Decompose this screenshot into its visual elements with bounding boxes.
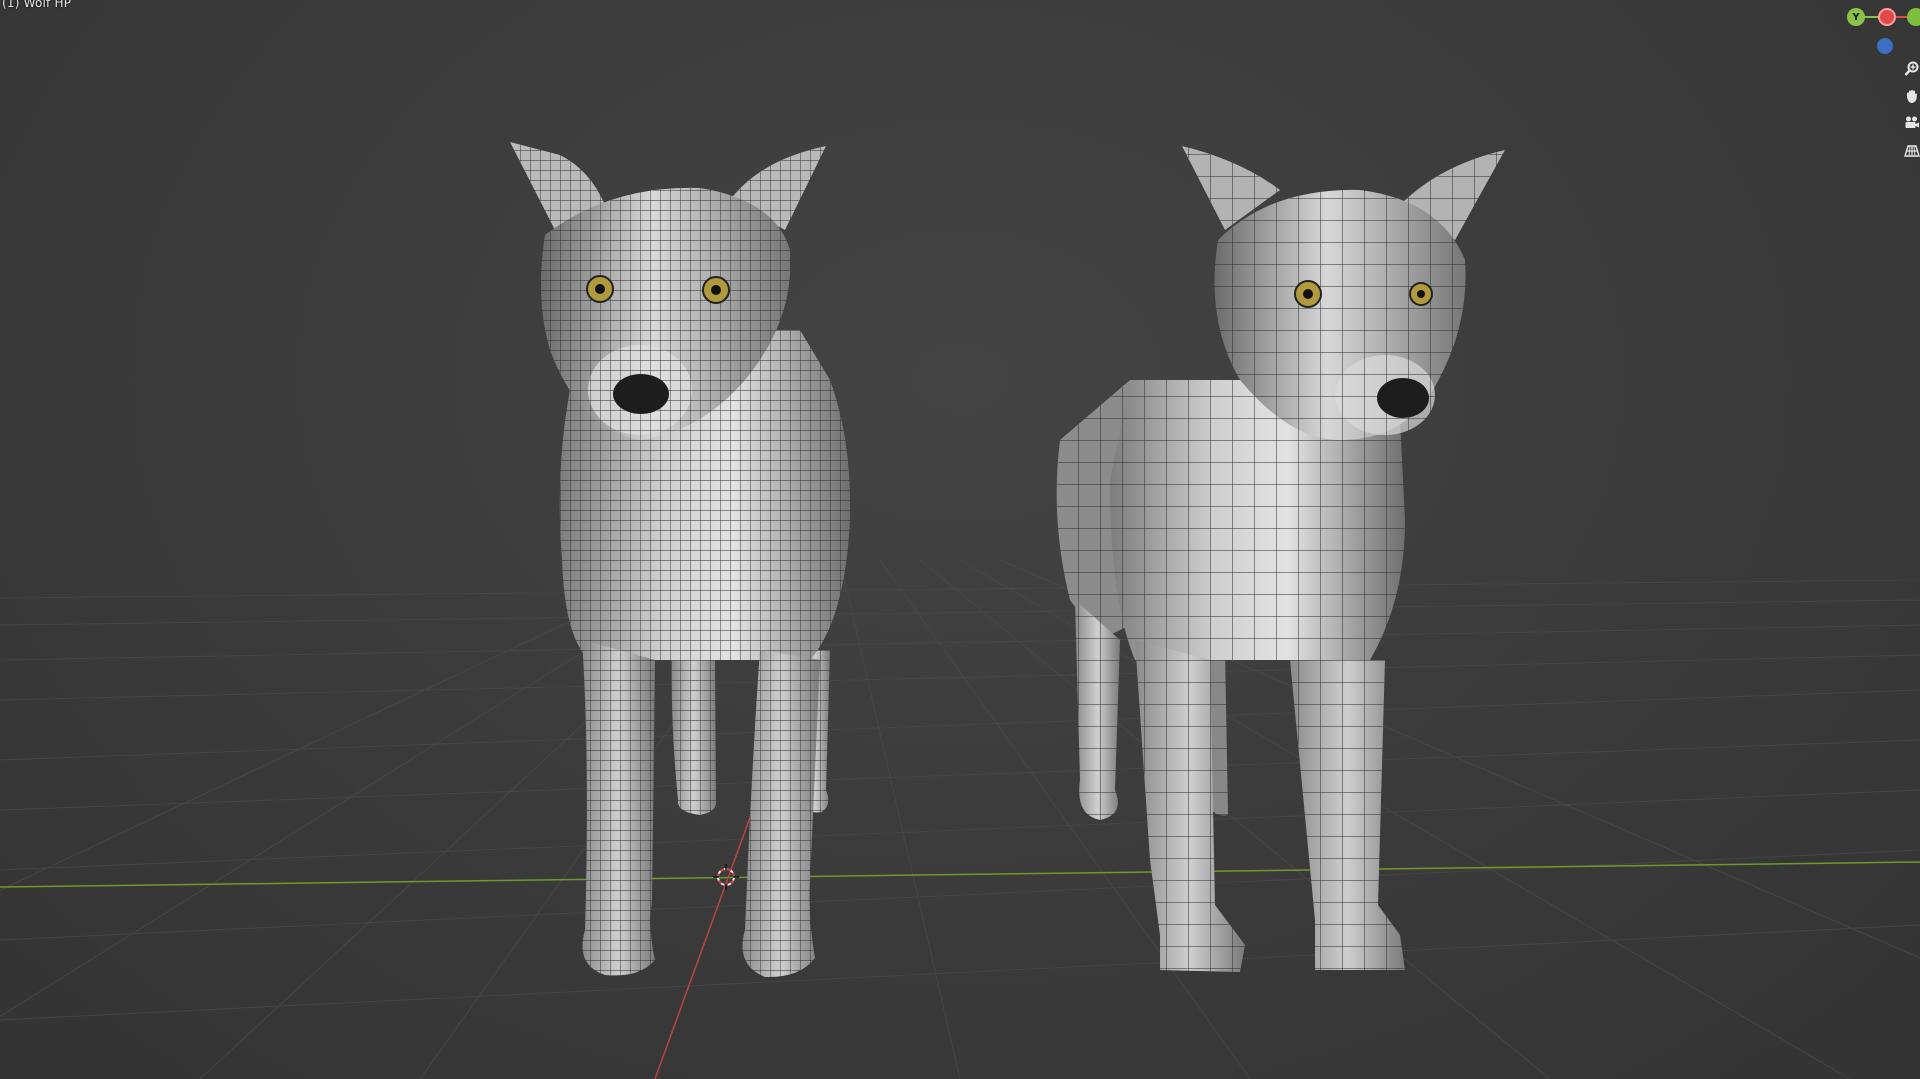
gizmo-z-axis[interactable] <box>1877 38 1893 54</box>
grid-icon[interactable] <box>1898 138 1920 164</box>
wolf-low-poly[interactable] <box>1056 146 1505 972</box>
gizmo-y-axis[interactable]: Y <box>1847 8 1865 26</box>
gizmo-x-line <box>1894 16 1908 18</box>
wolf-high-poly[interactable] <box>510 142 851 978</box>
zoom-icon[interactable] <box>1898 56 1920 82</box>
scene-canvas[interactable] <box>0 0 1920 1079</box>
hand-icon[interactable] <box>1898 83 1920 109</box>
3d-viewport[interactable]: (1) Wolf HP Y <box>0 0 1920 1079</box>
nose <box>613 374 669 414</box>
gizmo-neg-y-axis[interactable] <box>1907 8 1920 26</box>
camera-icon[interactable] <box>1898 110 1920 136</box>
gizmo-x-axis[interactable] <box>1878 8 1896 26</box>
nose <box>1377 378 1429 418</box>
x-axis-line <box>0 861 1920 888</box>
viewport-object-label: (1) Wolf HP <box>2 0 72 10</box>
floor-grid <box>0 559 1920 1079</box>
